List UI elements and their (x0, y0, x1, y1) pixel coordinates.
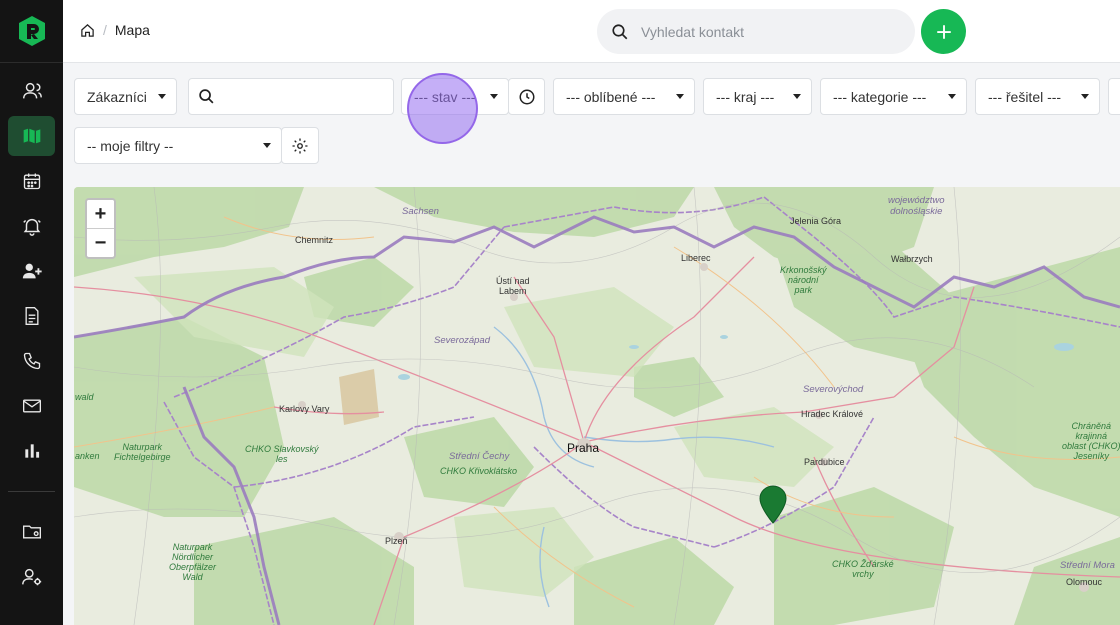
chart-icon (24, 444, 39, 458)
sidebar-item-user-settings[interactable] (8, 557, 55, 597)
kategorie-select[interactable]: --- kategorie --- (820, 78, 967, 115)
resitel-value: --- řešitel --- (988, 88, 1062, 105)
history-button[interactable] (508, 78, 545, 115)
map-label: Naturpark Nördlicher Oberpfälzer Wald (169, 542, 217, 582)
chevron-down-icon (158, 94, 166, 99)
filter-settings-button[interactable] (281, 127, 319, 164)
chevron-down-icon (490, 94, 498, 99)
sidebar (0, 0, 63, 625)
resitel-select[interactable]: --- řešitel --- (975, 78, 1100, 115)
contact-search[interactable] (597, 9, 915, 54)
folder-settings-icon (22, 525, 41, 539)
map-icon (23, 128, 40, 144)
plus-icon (936, 24, 951, 39)
chevron-down-icon (948, 94, 956, 99)
chevron-down-icon (676, 94, 684, 99)
my-filters-value: -- moje filtry -- (87, 137, 174, 154)
calendar-icon (23, 173, 40, 190)
map-label: Chemnitz (295, 235, 334, 245)
map-label: CHKO Křivoklátsko (440, 466, 518, 476)
sidebar-item-map[interactable] (8, 116, 55, 156)
map-label: Naturpark Fichtelgebirge (114, 442, 171, 462)
chevron-down-icon (263, 143, 271, 148)
map-label: Hradec Králové (801, 409, 864, 419)
map-label: Střední Čechy (449, 451, 510, 462)
my-filters-select[interactable]: -- moje filtry -- (74, 127, 282, 164)
document-icon (25, 307, 38, 325)
map[interactable]: + − Sachsen Chemnitz Ústí nad Labem Libe… (74, 187, 1120, 625)
app-logo[interactable] (0, 0, 63, 63)
map-label: Ústí nad Labem (496, 276, 530, 296)
kraj-select[interactable]: --- kraj --- (703, 78, 812, 115)
sidebar-item-calendar[interactable] (8, 161, 55, 201)
zoom-in-button[interactable]: + (87, 200, 114, 228)
breadcrumb: / Mapa (80, 22, 150, 38)
phone-icon (23, 352, 40, 370)
map-label: Olomouc (1066, 577, 1103, 587)
map-label: Plzeň (385, 536, 408, 546)
search-icon (199, 89, 214, 104)
sidebar-item-calls[interactable] (8, 341, 55, 381)
user-add-icon (22, 263, 42, 279)
breadcrumb-separator: / (103, 22, 107, 38)
contact-type-value: Zákazníci (87, 88, 147, 105)
kraj-value: --- kraj --- (716, 88, 775, 105)
map-label: Krkonošský národní park (780, 265, 827, 295)
top-bar: / Mapa (63, 0, 1120, 63)
logo-icon (18, 16, 45, 46)
sidebar-item-notifications[interactable] (8, 206, 55, 246)
map-label: anken (75, 451, 100, 461)
map-label: Karlovy Vary (279, 404, 330, 414)
map-marker-icon[interactable] (759, 485, 787, 525)
sidebar-item-folder-settings[interactable] (8, 512, 55, 552)
breadcrumb-current: Mapa (114, 22, 150, 38)
chevron-down-icon (793, 94, 801, 99)
sidebar-item-mail[interactable] (8, 386, 55, 426)
stav-value: --- stav --- (414, 88, 476, 105)
map-label: CHKO Slavkovský les (245, 444, 319, 464)
map-label: Střední Mora (1060, 560, 1115, 571)
map-label: Severovýchod (803, 384, 864, 395)
map-label: Severozápad (434, 335, 490, 346)
sidebar-divider (8, 491, 55, 492)
map-label: Jelenia Góra (790, 216, 842, 226)
user-settings-icon (21, 568, 41, 586)
contact-search-input[interactable] (641, 23, 891, 40)
chevron-down-icon (1081, 94, 1089, 99)
map-label: Chráněná krajinná oblast (CHKO) Jeseníky (1062, 421, 1120, 461)
sidebar-item-add-user[interactable] (8, 251, 55, 291)
clock-icon (519, 89, 534, 104)
map-label: Liberec (681, 253, 711, 263)
map-label: Praha (567, 441, 600, 455)
map-label: CHKO Žďárské vrchy (832, 559, 894, 579)
map-tiles (74, 187, 1120, 625)
kategorie-value: --- kategorie --- (833, 88, 927, 105)
map-label: Pardubice (804, 457, 845, 467)
zoom-control: + − (85, 198, 116, 259)
users-icon (22, 82, 42, 99)
bell-icon (22, 218, 41, 236)
zoom-out-button[interactable]: − (87, 228, 114, 256)
next-filter-select[interactable] (1108, 78, 1120, 115)
sidebar-item-documents[interactable] (8, 296, 55, 336)
add-button[interactable] (921, 9, 966, 54)
home-icon[interactable] (80, 23, 95, 38)
filter-search-field[interactable] (188, 78, 394, 115)
gear-icon (292, 138, 308, 153)
map-label: województwo dolnośląskie (888, 195, 945, 217)
map-label: wald (75, 392, 94, 402)
map-label: Wałbrzych (891, 254, 933, 264)
stav-select[interactable]: --- stav --- (401, 78, 509, 115)
mail-icon (22, 399, 41, 413)
sidebar-item-contacts[interactable] (8, 71, 55, 111)
map-label: Sachsen (402, 206, 439, 217)
search-icon (612, 23, 628, 39)
sidebar-item-statistics[interactable] (8, 431, 55, 471)
oblibene-select[interactable]: --- oblíbené --- (553, 78, 695, 115)
contact-type-select[interactable]: Zákazníci (74, 78, 177, 115)
oblibene-value: --- oblíbené --- (566, 88, 656, 105)
